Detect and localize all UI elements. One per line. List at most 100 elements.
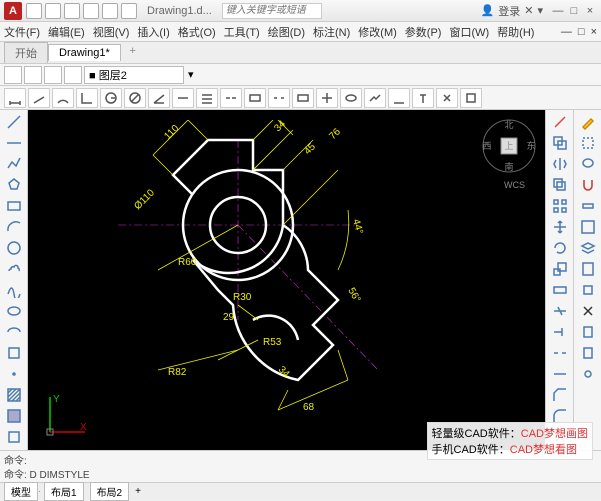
save-icon[interactable] xyxy=(64,3,80,19)
lasso-icon[interactable] xyxy=(577,154,599,174)
tab-add-button[interactable]: + xyxy=(125,45,141,61)
layer-tool-icon[interactable] xyxy=(577,238,599,258)
print-icon[interactable] xyxy=(83,3,99,19)
layer-combo[interactable]: ■ 图层2 xyxy=(84,66,184,84)
clipboard-icon[interactable] xyxy=(577,322,599,342)
dim-arc-icon[interactable] xyxy=(52,88,74,108)
scissors-icon[interactable] xyxy=(577,301,599,321)
layer-state-icon[interactable] xyxy=(24,66,42,84)
dim-continue-icon[interactable] xyxy=(220,88,242,108)
menu-modify[interactable]: 修改(M) xyxy=(358,24,397,40)
hatch-icon[interactable] xyxy=(3,385,25,405)
model-tab[interactable]: 模型 xyxy=(4,482,38,501)
menu-draw[interactable]: 绘图(D) xyxy=(268,24,305,40)
filter-icon[interactable] xyxy=(577,196,599,216)
view-cube[interactable]: 北 南 东 西 上 xyxy=(481,118,537,174)
join-icon[interactable] xyxy=(549,364,571,384)
layer-manager-icon[interactable] xyxy=(4,66,22,84)
doc-max-button[interactable]: □ xyxy=(578,26,585,38)
menu-param[interactable]: 参数(P) xyxy=(405,24,442,40)
menu-insert[interactable]: 插入(I) xyxy=(137,24,169,40)
dim-override-icon[interactable] xyxy=(460,88,482,108)
doc-min-button[interactable]: — xyxy=(561,26,572,38)
close-button[interactable]: × xyxy=(583,5,597,17)
region-icon[interactable] xyxy=(3,427,25,447)
layer-freeze-icon[interactable] xyxy=(44,66,62,84)
dim-ordinate-icon[interactable] xyxy=(76,88,98,108)
menu-help[interactable]: 帮助(H) xyxy=(497,24,534,40)
group-icon[interactable] xyxy=(577,217,599,237)
menu-tools[interactable]: 工具(T) xyxy=(224,24,260,40)
doc-close-button[interactable]: × xyxy=(591,26,597,38)
dim-break-icon[interactable] xyxy=(268,88,290,108)
magnet-icon[interactable] xyxy=(577,175,599,195)
block-icon[interactable] xyxy=(3,343,25,363)
point-icon[interactable] xyxy=(3,364,25,384)
drawing-canvas[interactable]: 北 南 东 西 上 WCS 110 34 45 76 Ø110 R6 xyxy=(28,110,545,450)
dropdown-icon[interactable]: ▾ xyxy=(537,4,543,17)
erase-icon[interactable] xyxy=(549,112,571,132)
minimize-button[interactable]: — xyxy=(551,5,565,17)
menu-file[interactable]: 文件(F) xyxy=(4,24,40,40)
dim-space-icon[interactable] xyxy=(244,88,266,108)
maximize-button[interactable]: □ xyxy=(567,5,581,17)
trim-icon[interactable] xyxy=(549,301,571,321)
polygon-icon[interactable] xyxy=(3,175,25,195)
break-icon[interactable] xyxy=(549,343,571,363)
dim-tedit-icon[interactable] xyxy=(412,88,434,108)
menu-view[interactable]: 视图(V) xyxy=(93,24,130,40)
extend-icon[interactable] xyxy=(549,322,571,342)
redo-icon[interactable] xyxy=(121,3,137,19)
menu-edit[interactable]: 编辑(E) xyxy=(48,24,85,40)
search-input[interactable] xyxy=(222,3,322,19)
pencil-icon[interactable] xyxy=(577,112,599,132)
menu-format[interactable]: 格式(O) xyxy=(178,24,216,40)
move-icon[interactable] xyxy=(549,217,571,237)
dim-radius-icon[interactable] xyxy=(100,88,122,108)
login-link[interactable]: 登录 xyxy=(498,3,520,19)
dim-aligned-icon[interactable] xyxy=(28,88,50,108)
dim-diameter-icon[interactable] xyxy=(124,88,146,108)
circle-icon[interactable] xyxy=(3,238,25,258)
dim-quick-icon[interactable] xyxy=(172,88,194,108)
layout-add-icon[interactable]: + xyxy=(135,486,141,497)
exchange-icon[interactable]: ✕ xyxy=(524,4,533,17)
offset-icon[interactable] xyxy=(549,175,571,195)
dim-baseline-icon[interactable] xyxy=(196,88,218,108)
dim-angular-icon[interactable] xyxy=(148,88,170,108)
ellipse-icon[interactable] xyxy=(3,301,25,321)
line-icon[interactable] xyxy=(3,112,25,132)
jog-icon[interactable] xyxy=(364,88,386,108)
menu-window[interactable]: 窗口(W) xyxy=(449,24,489,40)
properties-icon[interactable] xyxy=(577,259,599,279)
layout1-tab[interactable]: 布局1 xyxy=(44,482,84,501)
open-icon[interactable] xyxy=(45,3,61,19)
polyline-icon[interactable] xyxy=(3,154,25,174)
tab-start[interactable]: 开始 xyxy=(4,42,48,63)
spline-icon[interactable] xyxy=(3,280,25,300)
rotate-icon[interactable] xyxy=(549,238,571,258)
match-icon[interactable] xyxy=(577,280,599,300)
inspect-icon[interactable] xyxy=(340,88,362,108)
centermark-icon[interactable] xyxy=(316,88,338,108)
chamfer-icon[interactable] xyxy=(549,385,571,405)
gradient-icon[interactable] xyxy=(3,406,25,426)
array-icon[interactable] xyxy=(549,196,571,216)
combo-dropdown-icon[interactable]: ▾ xyxy=(188,68,194,81)
tab-drawing1[interactable]: Drawing1* xyxy=(48,44,121,61)
select-icon[interactable] xyxy=(577,133,599,153)
revcloud-icon[interactable] xyxy=(3,259,25,279)
undo-icon[interactable] xyxy=(102,3,118,19)
arc-icon[interactable] xyxy=(3,217,25,237)
mirror-icon[interactable] xyxy=(549,154,571,174)
dim-linear-icon[interactable] xyxy=(4,88,26,108)
paste-icon[interactable] xyxy=(577,343,599,363)
dim-update-icon[interactable] xyxy=(436,88,458,108)
dim-edit-icon[interactable] xyxy=(388,88,410,108)
layer-lock-icon[interactable] xyxy=(64,66,82,84)
menu-dimension[interactable]: 标注(N) xyxy=(313,24,350,40)
tolerance-icon[interactable] xyxy=(292,88,314,108)
ellipse-arc-icon[interactable] xyxy=(3,322,25,342)
rectangle-icon[interactable] xyxy=(3,196,25,216)
stretch-icon[interactable] xyxy=(549,280,571,300)
